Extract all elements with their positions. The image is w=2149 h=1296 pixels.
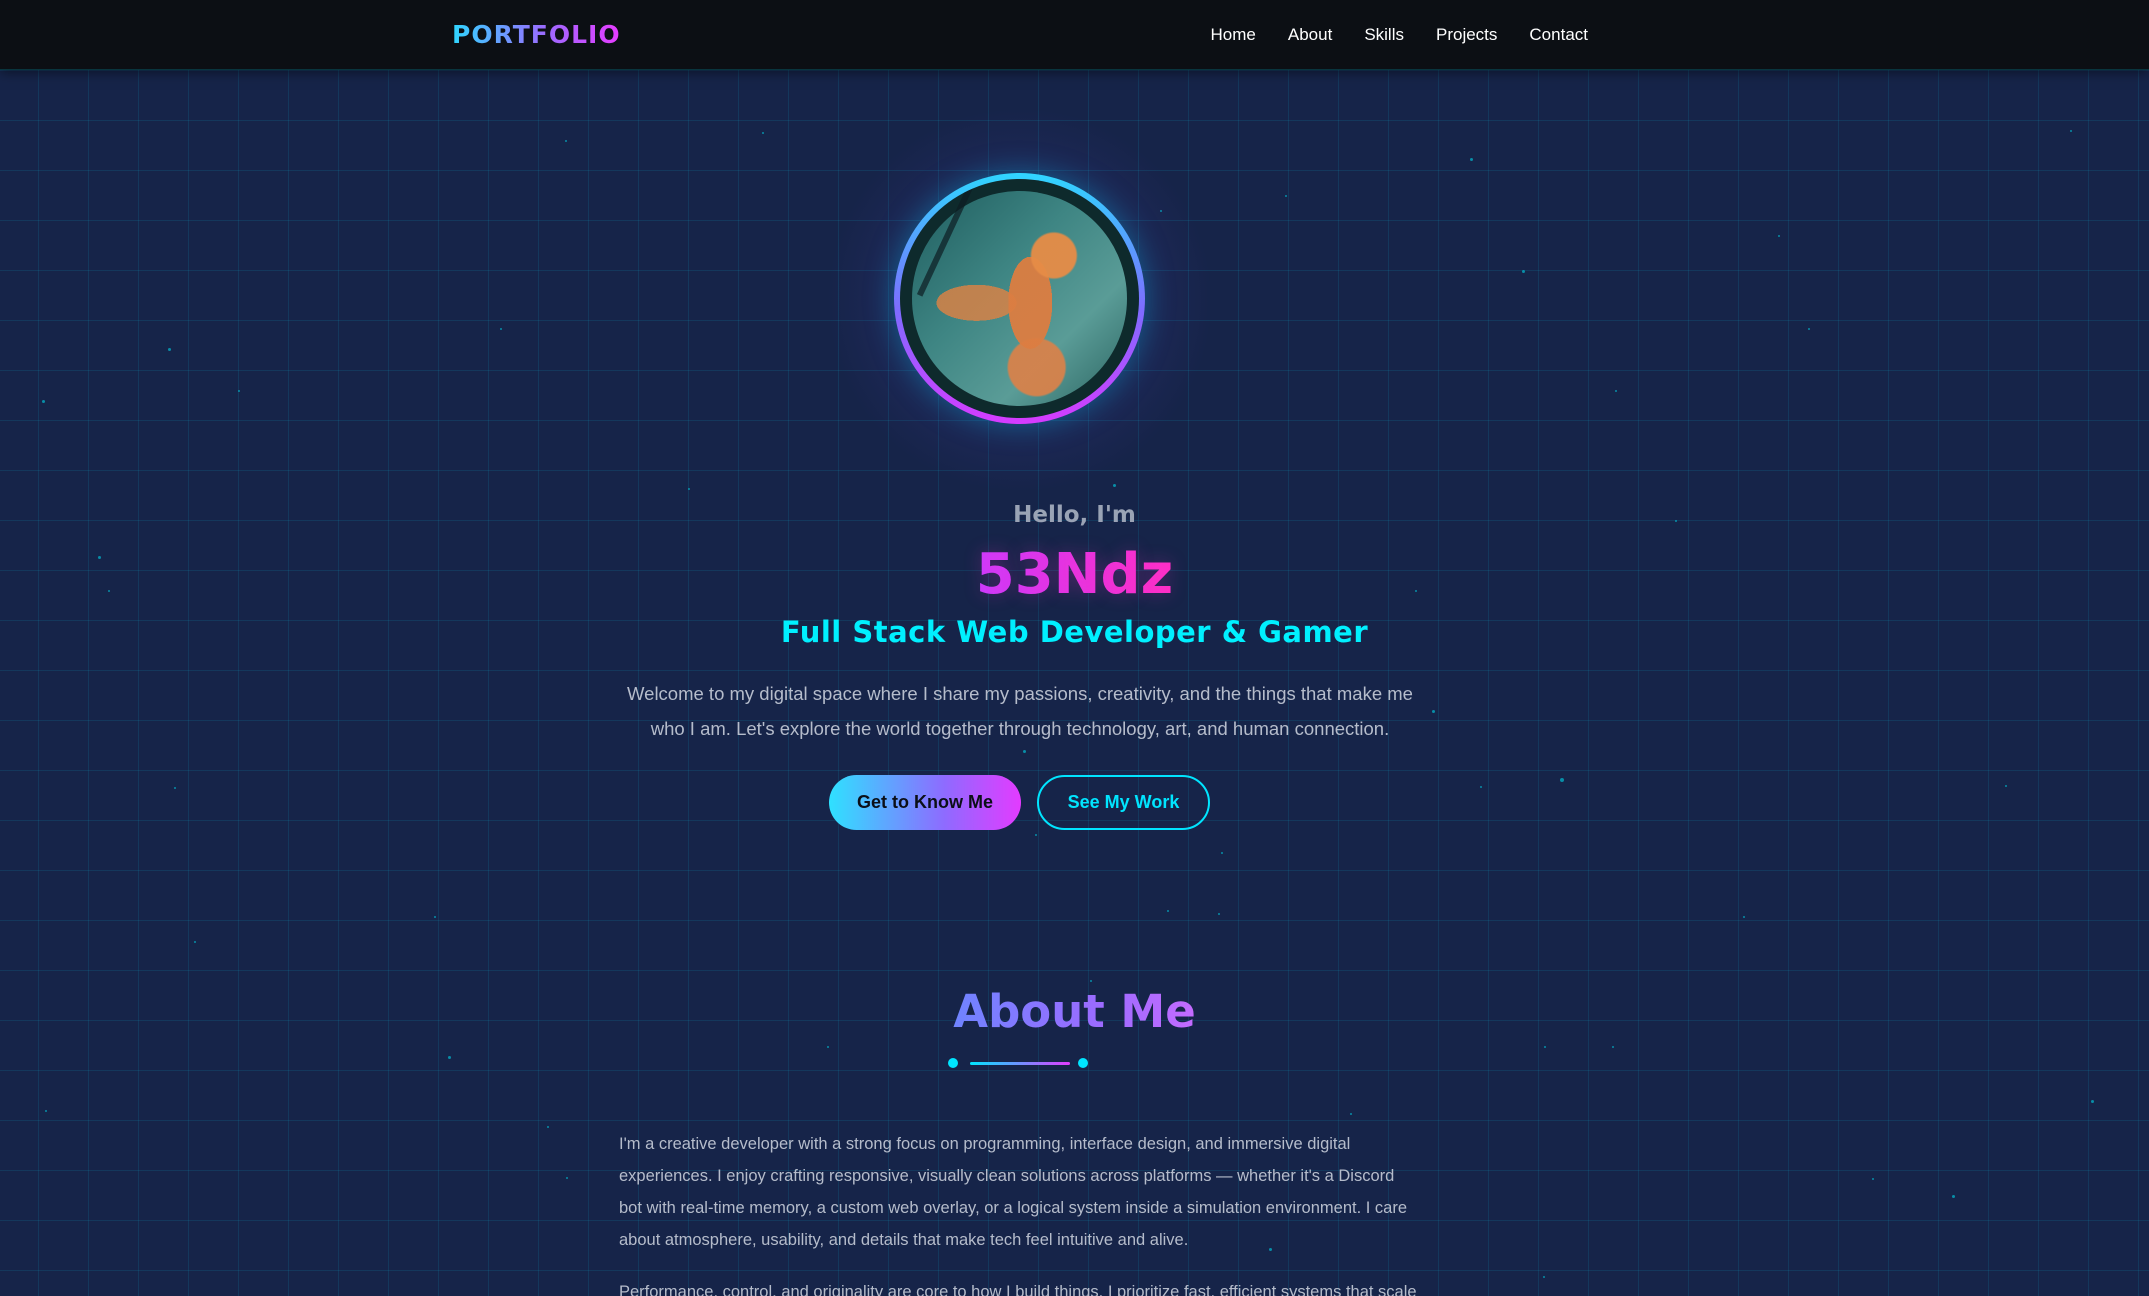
about-title-text: About Me: [953, 985, 1196, 1038]
particle-dot: [547, 1126, 549, 1128]
particle-dot: [238, 390, 240, 392]
particle-dot: [1350, 1113, 1352, 1115]
particle-dot: [1218, 913, 1220, 915]
particle-dot: [1113, 484, 1116, 487]
particle-dot: [2005, 785, 2007, 787]
divider-dot-left: [948, 1058, 958, 1068]
particle-dot: [1023, 750, 1026, 753]
particle-dot: [1743, 916, 1745, 918]
particle-dot: [1470, 158, 1473, 161]
particle-dot: [1480, 786, 1482, 788]
particle-dot: [827, 1046, 829, 1048]
divider-line: [970, 1062, 1070, 1065]
particle-dot: [1543, 1276, 1545, 1278]
particle-dot: [1560, 778, 1564, 782]
particle-dot: [566, 1177, 568, 1179]
get-to-know-me-button[interactable]: Get to Know Me: [829, 775, 1021, 830]
hero-name-text: 53Ndz: [975, 542, 1174, 607]
particle-dot: [1615, 390, 1617, 392]
particle-dot: [1872, 1178, 1874, 1180]
particle-dot: [168, 348, 171, 351]
particle-dot: [42, 400, 45, 403]
particle-dot: [1544, 1046, 1546, 1048]
navbar: PORTFOLIO Home About Skills Projects Con…: [0, 0, 2149, 70]
particle-dot: [1612, 1046, 1614, 1048]
about-text: I'm a creative developer with a strong f…: [619, 1128, 1419, 1296]
nav-links: Home About Skills Projects Contact: [1211, 25, 1588, 45]
hero-name: 53Ndz: [0, 540, 2149, 610]
particle-dot: [1285, 195, 1287, 197]
particle-dot: [1090, 980, 1092, 982]
avatar-frame: [900, 179, 1139, 418]
particle-dot: [1778, 235, 1780, 237]
nav-link-about[interactable]: About: [1288, 25, 1332, 45]
hero-greeting: Hello, I'm: [1013, 502, 1136, 528]
about-paragraph: Performance, control, and originality ar…: [619, 1283, 1417, 1296]
particle-dot: [45, 1110, 47, 1112]
particle-dot: [1808, 328, 1810, 330]
particle-dot: [194, 941, 196, 943]
particle-dot: [174, 787, 176, 789]
particle-dot: [565, 140, 567, 142]
nav-link-home[interactable]: Home: [1211, 25, 1256, 45]
about-paragraph: I'm a creative developer with a strong f…: [619, 1135, 1408, 1249]
hero-intro: Welcome to my digital space where I shar…: [627, 683, 1413, 739]
avatar-photo-cat: [912, 185, 1127, 406]
divider-dot-right: [1078, 1058, 1088, 1068]
particle-dot: [2091, 1100, 2094, 1103]
particle-dot: [500, 328, 502, 330]
about-title: About Me: [0, 985, 2149, 1038]
particle-dot: [1952, 1195, 1955, 1198]
hero-role: Full Stack Web Developer & Gamer: [780, 615, 1369, 649]
particle-dot: [1035, 834, 1037, 836]
particle-dot: [688, 488, 690, 490]
section-divider: [948, 1056, 1093, 1070]
avatar: [894, 173, 1145, 424]
particle-dot: [448, 1056, 451, 1059]
particle-dot: [1221, 852, 1223, 854]
nav-link-projects[interactable]: Projects: [1436, 25, 1497, 45]
particle-dot: [762, 132, 764, 134]
particle-dot: [2070, 130, 2072, 132]
site-logo[interactable]: PORTFOLIO: [452, 20, 621, 49]
nav-link-skills[interactable]: Skills: [1364, 25, 1404, 45]
particle-dot: [1522, 270, 1525, 273]
particle-dot: [1432, 710, 1435, 713]
nav-link-contact[interactable]: Contact: [1529, 25, 1588, 45]
particle-dot: [1167, 910, 1169, 912]
see-my-work-button[interactable]: See My Work: [1037, 775, 1210, 830]
particle-dot: [434, 916, 436, 918]
